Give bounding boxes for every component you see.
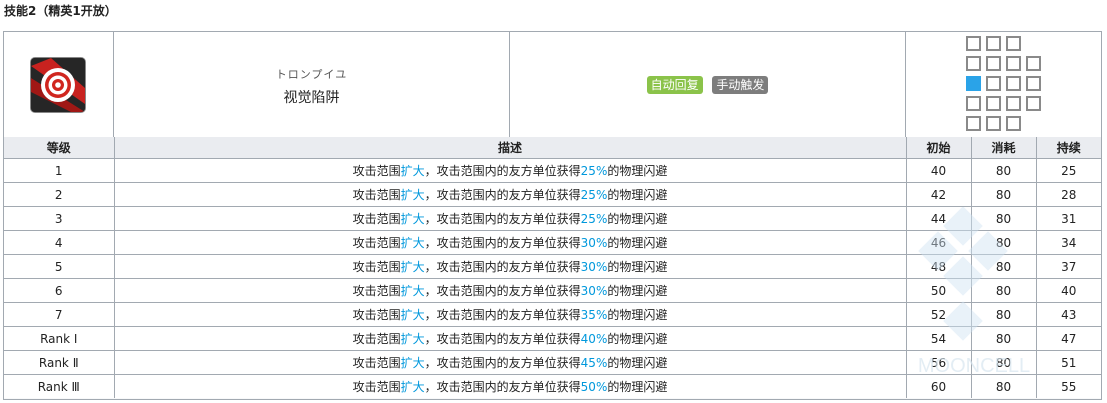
range-tile — [986, 36, 1001, 51]
description-cell: 攻击范围扩大，攻击范围内的友方单位获得25%的物理闪避 — [113, 206, 907, 231]
range-tile — [966, 116, 981, 131]
description-cell: 攻击范围扩大，攻击范围内的友方单位获得25%的物理闪避 — [113, 182, 907, 207]
description-cell: 攻击范围扩大，攻击范围内的友方单位获得30%的物理闪避 — [113, 230, 907, 255]
level-header: 等级 — [4, 137, 115, 159]
initial-sp-cell: 44 — [905, 206, 972, 231]
table-row: 5 攻击范围扩大，攻击范围内的友方单位获得30%的物理闪避 48 80 37 — [4, 254, 1101, 279]
initial-sp-cell: 48 — [905, 254, 972, 279]
initial-sp-cell: 50 — [905, 278, 972, 303]
range-tile — [986, 116, 1001, 131]
description-cell: 攻击范围扩大，攻击范围内的友方单位获得30%的物理闪避 — [113, 278, 907, 303]
initial-sp-cell: 42 — [905, 182, 972, 207]
skill-name-cell: トロンプイユ 视觉陷阱 — [114, 32, 510, 137]
initial-sp-cell: 52 — [905, 302, 972, 327]
duration-cell: 47 — [1035, 326, 1101, 351]
table-row: 6 攻击范围扩大，攻击范围内的友方单位获得30%的物理闪避 50 80 40 — [4, 278, 1101, 303]
duration-cell: 37 — [1035, 254, 1101, 279]
table-row: 1 攻击范围扩大，攻击范围内的友方单位获得25%的物理闪避 40 80 25 — [4, 158, 1101, 183]
sp-cost-cell: 80 — [970, 374, 1037, 398]
duration-cell: 40 — [1035, 278, 1101, 303]
section-title: 技能2（精英1开放） — [4, 4, 117, 18]
range-tile — [986, 96, 1001, 111]
sp-cost-cell: 80 — [970, 350, 1037, 375]
attack-range-cell — [906, 32, 1101, 137]
duration-cell: 34 — [1035, 230, 1101, 255]
duration-cell: 55 — [1035, 374, 1101, 398]
sp-cost-cell: 80 — [970, 302, 1037, 327]
description-cell: 攻击范围扩大，攻击范围内的友方单位获得25%的物理闪避 — [113, 158, 907, 183]
sp-cost-cell: 80 — [970, 206, 1037, 231]
range-tile — [966, 56, 981, 71]
duration-cell: 28 — [1035, 182, 1101, 207]
level-cell: Rank Ⅱ — [4, 350, 115, 375]
description-cell: 攻击范围扩大，攻击范围内的友方单位获得35%的物理闪避 — [113, 302, 907, 327]
range-tile — [1006, 96, 1021, 111]
skill-panel: トロンプイユ 视觉陷阱 自动回复 手动触发 等级 描述 初始 消耗 持续 1 攻… — [3, 31, 1102, 400]
level-cell: Rank Ⅲ — [4, 374, 115, 398]
table-row: 3 攻击范围扩大，攻击范围内的友方单位获得25%的物理闪避 44 80 31 — [4, 206, 1101, 231]
sp-cost-cell: 80 — [970, 254, 1037, 279]
initial-sp-cell: 56 — [905, 350, 972, 375]
target-spiral-icon — [31, 58, 85, 112]
sp-cost-cell: 80 — [970, 182, 1037, 207]
table-row: Rank Ⅱ 攻击范围扩大，攻击范围内的友方单位获得45%的物理闪避 56 80… — [4, 350, 1101, 375]
sp-cost-cell: 80 — [970, 326, 1037, 351]
range-tile — [1026, 76, 1041, 91]
duration-cell: 51 — [1035, 350, 1101, 375]
range-tile — [1026, 56, 1041, 71]
duration-cell: 31 — [1035, 206, 1101, 231]
level-cell: 3 — [4, 206, 115, 231]
initial-sp-cell: 60 — [905, 374, 972, 398]
range-tile — [1006, 76, 1021, 91]
level-cell: Rank Ⅰ — [4, 326, 115, 351]
sp-cost-cell: 80 — [970, 158, 1037, 183]
skill-header-row: トロンプイユ 视觉陷阱 自动回复 手动触发 — [4, 32, 1101, 138]
level-cell: 6 — [4, 278, 115, 303]
skill-icon-cell — [4, 32, 114, 137]
skill-level-table: 等级 描述 初始 消耗 持续 1 攻击范围扩大，攻击范围内的友方单位获得25%的… — [4, 137, 1101, 398]
skill-name: 视觉陷阱 — [283, 90, 340, 106]
table-row: 2 攻击范围扩大，攻击范围内的友方单位获得25%的物理闪避 42 80 28 — [4, 182, 1101, 207]
initial-sp-cell: 40 — [905, 158, 972, 183]
description-cell: 攻击范围扩大，攻击范围内的友方单位获得45%的物理闪避 — [113, 350, 907, 375]
range-tile — [966, 36, 981, 51]
range-tile — [1006, 116, 1021, 131]
description-cell: 攻击范围扩大，攻击范围内的友方单位获得40%的物理闪避 — [113, 326, 907, 351]
description-header: 描述 — [113, 137, 907, 159]
range-tile — [986, 76, 1001, 91]
attack-range-grid — [966, 36, 1046, 136]
table-row: 4 攻击范围扩大，攻击范围内的友方单位获得30%的物理闪避 46 80 34 — [4, 230, 1101, 255]
level-cell: 5 — [4, 254, 115, 279]
table-row: Rank Ⅲ 攻击范围扩大，攻击范围内的友方单位获得50%的物理闪避 60 80… — [4, 374, 1101, 398]
duration-header: 持续 — [1035, 137, 1101, 159]
sp-recovery-badge: 自动回复 — [646, 76, 703, 94]
range-tile — [986, 56, 1001, 71]
table-row: 7 攻击范围扩大，攻击范围内的友方单位获得35%的物理闪避 52 80 43 — [4, 302, 1101, 327]
skill-type-cell: 自动回复 手动触发 — [510, 32, 906, 137]
operator-position-tile — [966, 76, 981, 91]
range-tile — [1026, 96, 1041, 111]
table-row: Rank Ⅰ 攻击范围扩大，攻击范围内的友方单位获得40%的物理闪避 54 80… — [4, 326, 1101, 351]
duration-cell: 25 — [1035, 158, 1101, 183]
description-cell: 攻击范围扩大，攻击范围内的友方单位获得50%的物理闪避 — [113, 374, 907, 398]
level-cell: 2 — [4, 182, 115, 207]
skill-name-jp: トロンプイユ — [275, 68, 348, 81]
initial-sp-cell: 54 — [905, 326, 972, 351]
level-cell: 7 — [4, 302, 115, 327]
initial-sp-cell: 46 — [905, 230, 972, 255]
sp-cost-header: 消耗 — [970, 137, 1037, 159]
range-tile — [966, 96, 981, 111]
sp-cost-cell: 80 — [970, 278, 1037, 303]
level-cell: 4 — [4, 230, 115, 255]
initial-sp-header: 初始 — [905, 137, 972, 159]
sp-cost-cell: 80 — [970, 230, 1037, 255]
level-cell: 1 — [4, 158, 115, 183]
duration-cell: 43 — [1035, 302, 1101, 327]
range-tile — [1006, 36, 1021, 51]
table-header-row: 等级 描述 初始 消耗 持续 — [4, 137, 1101, 159]
range-tile — [1006, 56, 1021, 71]
description-cell: 攻击范围扩大，攻击范围内的友方单位获得30%的物理闪避 — [113, 254, 907, 279]
trigger-type-badge: 手动触发 — [712, 76, 769, 94]
